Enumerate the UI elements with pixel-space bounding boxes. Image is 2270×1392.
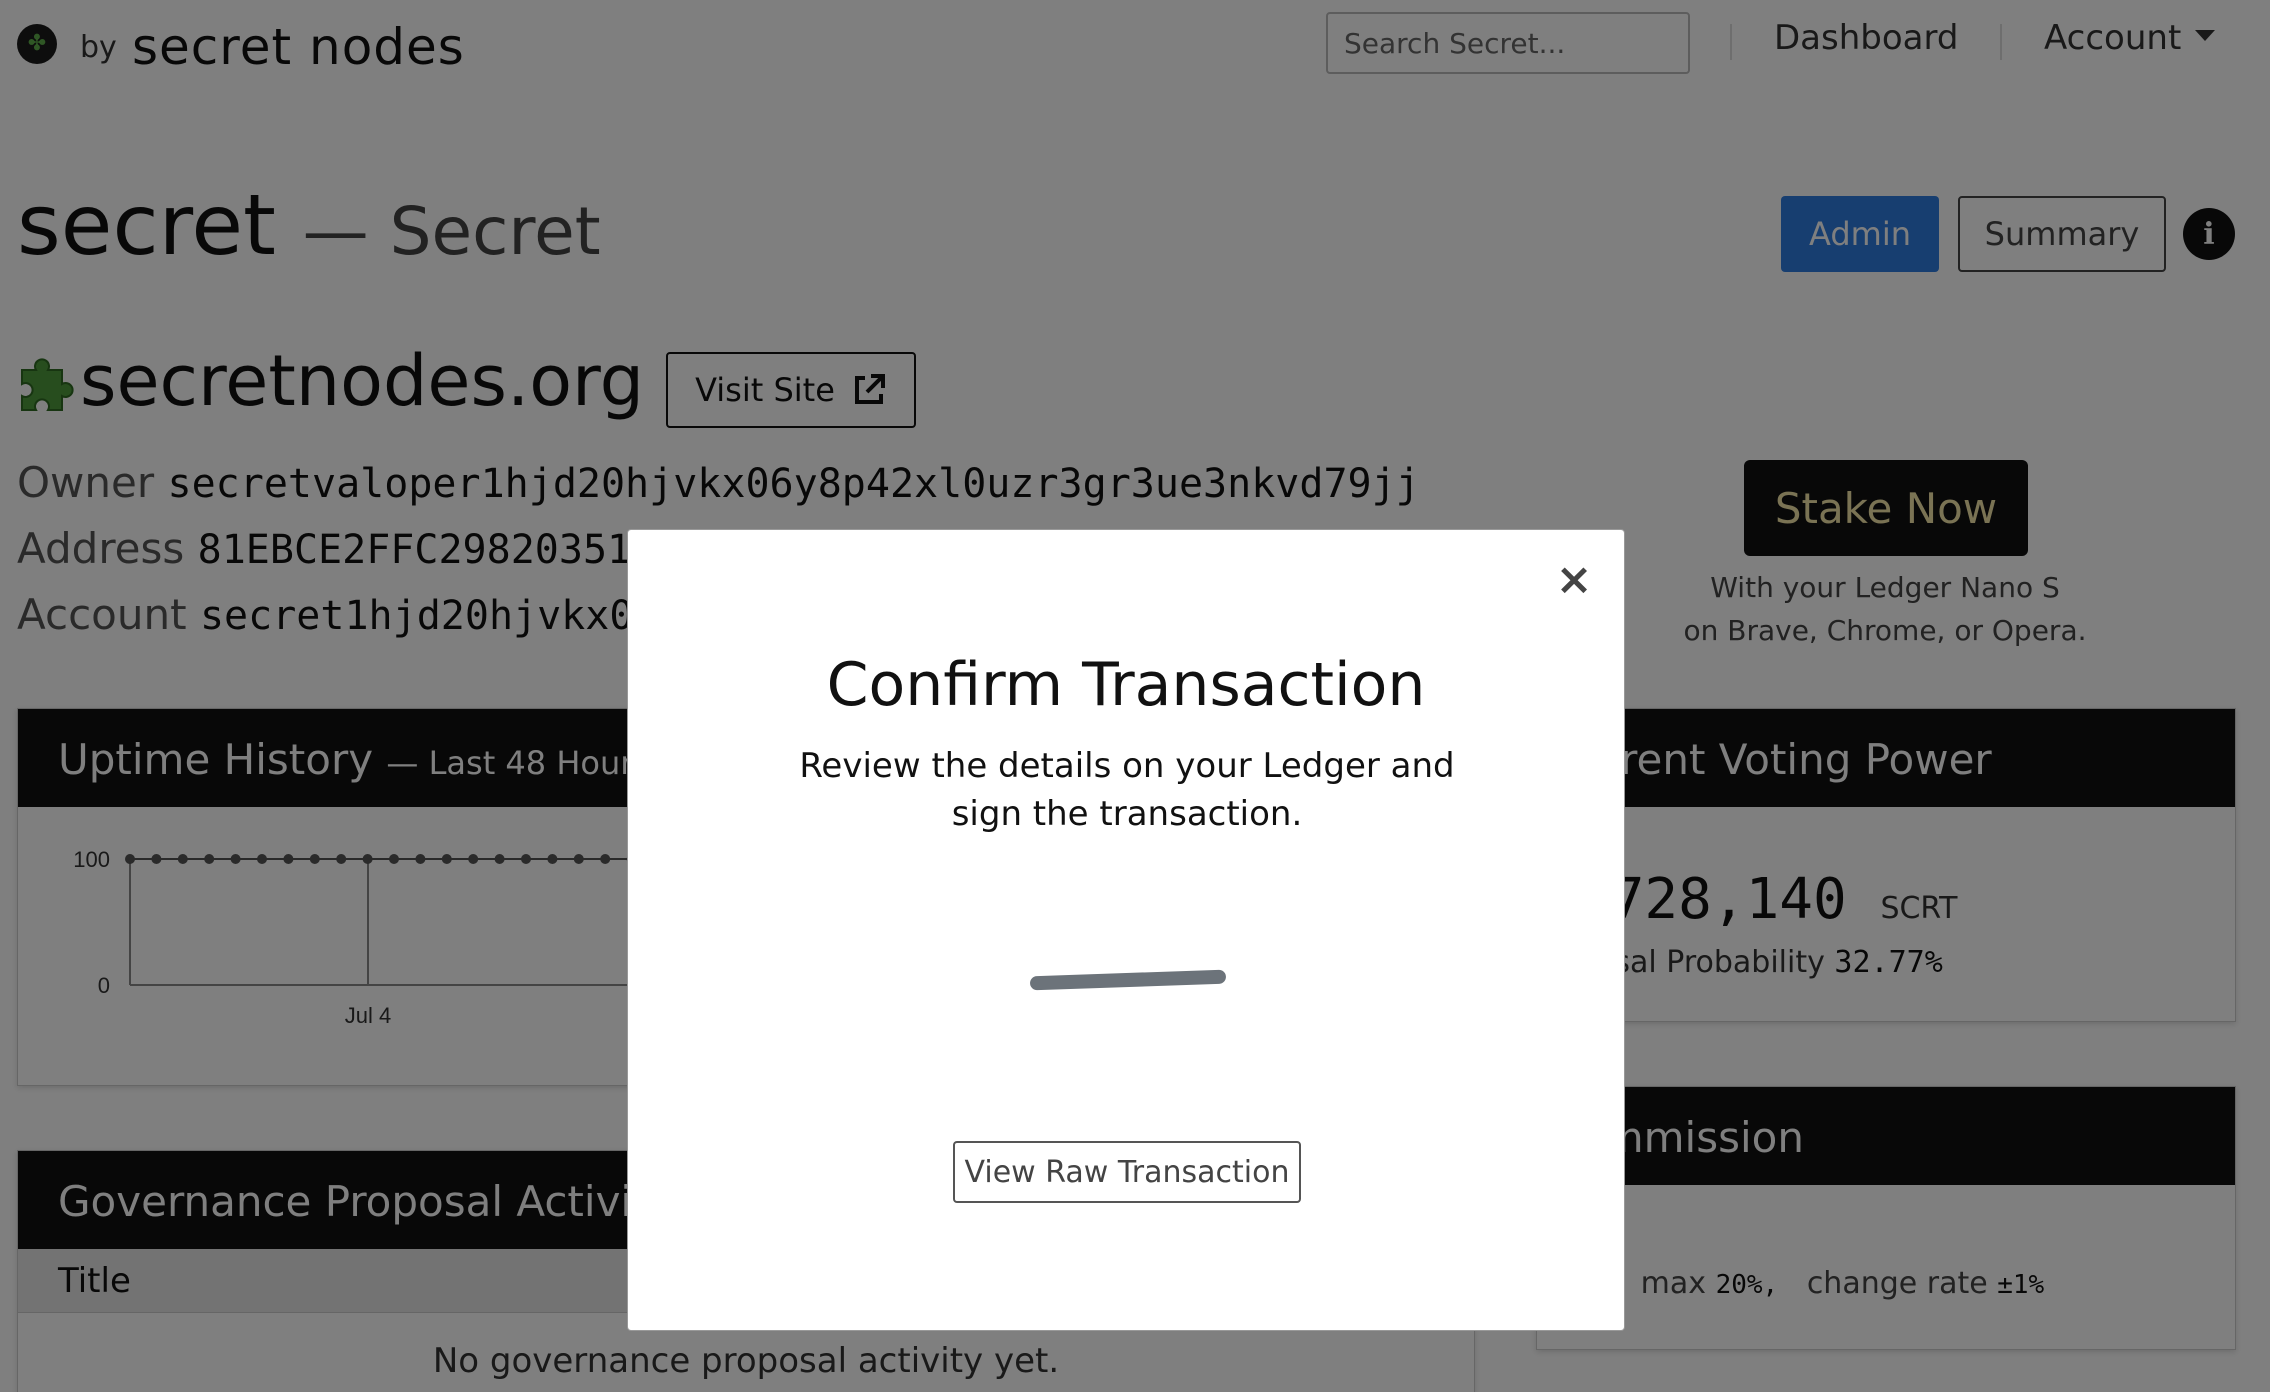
- close-icon[interactable]: ×: [1554, 558, 1594, 602]
- view-raw-transaction-button[interactable]: View Raw Transaction: [953, 1141, 1301, 1203]
- confirm-transaction-modal: × Confirm Transaction Review the details…: [627, 529, 1625, 1331]
- modal-title: Confirm Transaction: [826, 650, 1426, 720]
- loading-spinner-icon: [1029, 969, 1227, 991]
- modal-message: Review the details on your Ledger and si…: [799, 746, 1455, 834]
- page: ✤ by secret nodes Dashboard Account secr…: [0, 0, 2270, 1392]
